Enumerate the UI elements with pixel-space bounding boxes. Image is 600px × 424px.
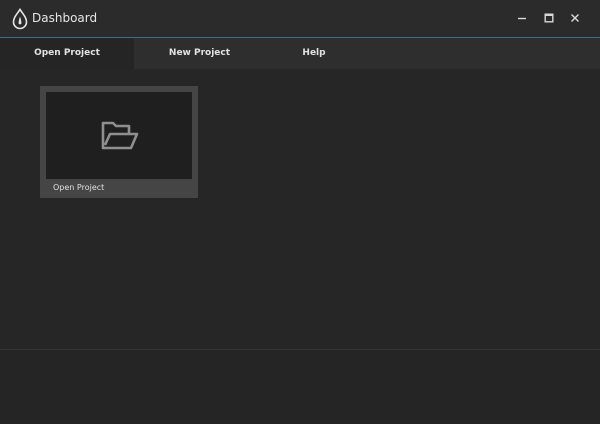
card-label: Open Project	[53, 183, 105, 192]
footer-panel	[0, 350, 600, 424]
close-icon	[571, 14, 579, 22]
app-logo-icon	[12, 8, 28, 30]
open-project-card[interactable]: Open Project	[40, 86, 198, 198]
card-thumbnail	[46, 92, 192, 179]
folder-open-icon	[101, 121, 139, 150]
close-button[interactable]	[566, 9, 584, 27]
dashboard-window: Dashboard Open Project New Project Help	[0, 0, 600, 424]
tab-new-project[interactable]: New Project	[134, 38, 265, 69]
window-title: Dashboard	[32, 11, 98, 25]
title-bar: Dashboard	[0, 0, 600, 38]
minimize-button[interactable]	[513, 9, 531, 27]
maximize-button[interactable]	[540, 9, 558, 27]
minimize-icon	[518, 17, 526, 20]
tab-bar: Open Project New Project Help	[0, 38, 600, 69]
tab-help[interactable]: Help	[265, 38, 363, 69]
maximize-icon	[544, 13, 554, 23]
tab-open-project[interactable]: Open Project	[0, 38, 134, 69]
